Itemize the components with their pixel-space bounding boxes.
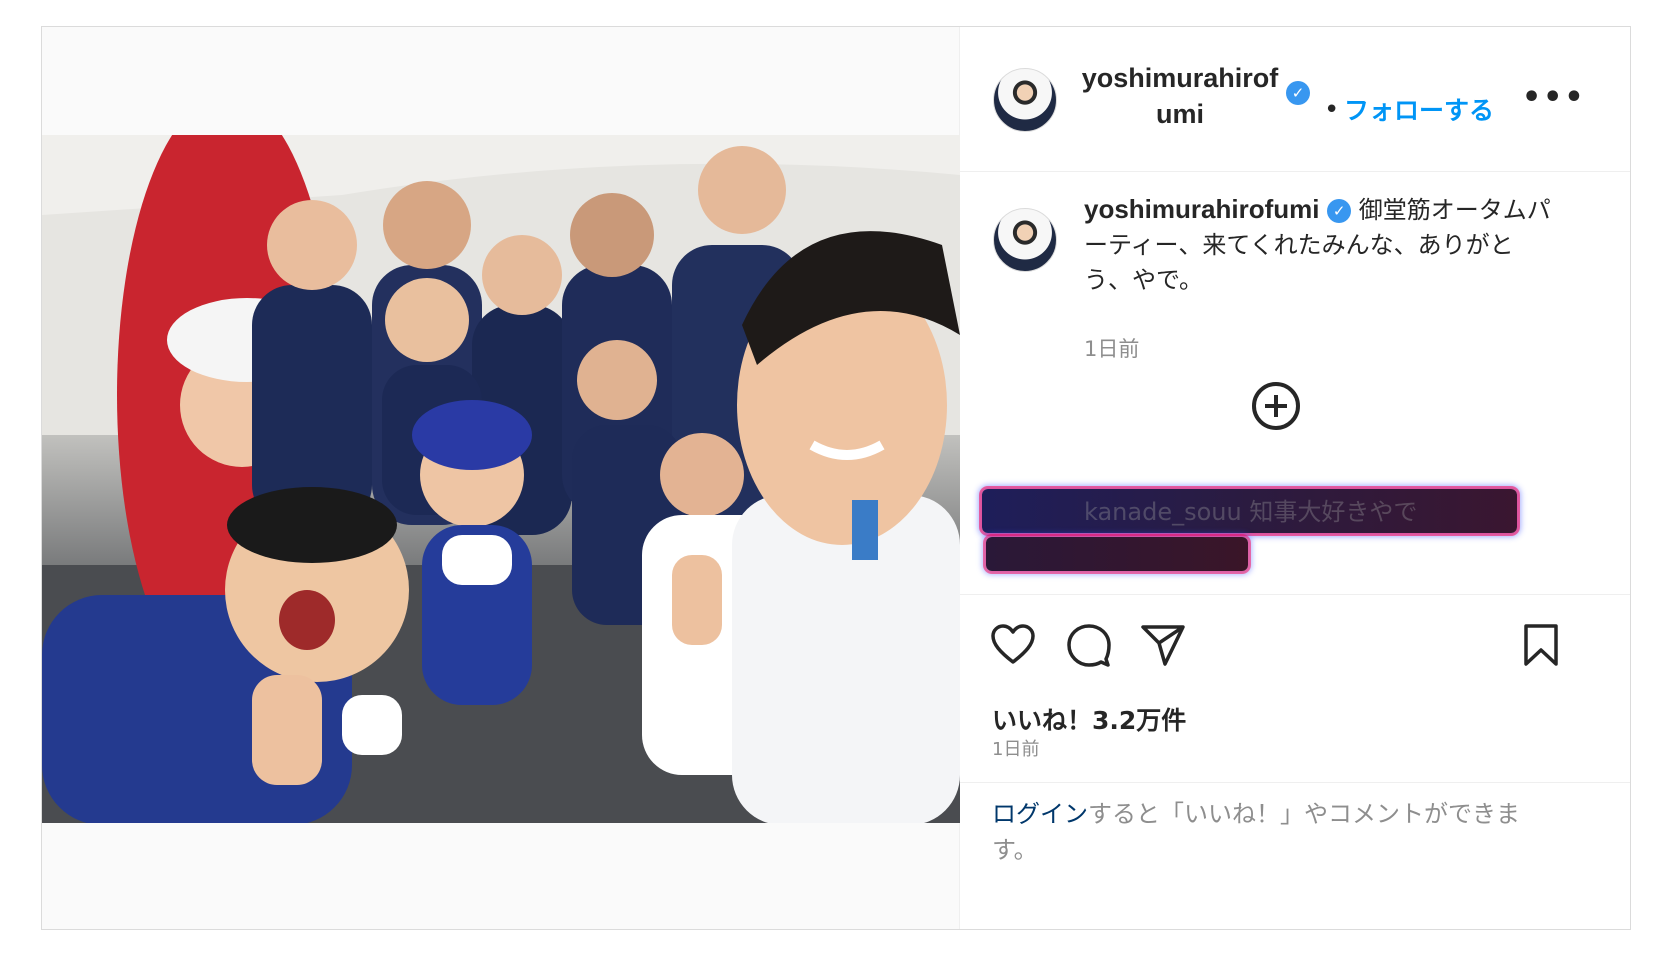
post-timestamp[interactable]: 1日前 <box>992 735 1039 761</box>
like-count[interactable]: いいね！3.2万件 <box>992 701 1186 737</box>
login-prompt: ログインすると「いいね！」やコメントができます。 <box>992 796 1552 868</box>
verified-badge-icon: ✓ <box>1286 81 1310 105</box>
bookmark-icon[interactable] <box>1522 623 1560 667</box>
verified-badge-icon: ✓ <box>1327 199 1352 223</box>
separator-dot: • <box>1324 95 1340 125</box>
post-photo[interactable] <box>42 135 960 823</box>
follow-button[interactable]: フォローする <box>1344 91 1494 127</box>
redaction-bar <box>986 537 1248 571</box>
comment-icon[interactable] <box>1066 623 1112 667</box>
heart-icon[interactable] <box>990 623 1036 665</box>
send-icon[interactable] <box>1140 623 1186 667</box>
plus-circle-icon[interactable] <box>1252 382 1300 430</box>
author-username[interactable]: yoshimurahirof umi <box>1080 60 1280 132</box>
group-selfie-illustration <box>42 135 960 823</box>
post-media <box>42 27 960 929</box>
redacted-username: kanade_souu <box>1084 498 1242 526</box>
caption-username[interactable]: yoshimurahirofumi <box>1084 194 1319 224</box>
login-link[interactable]: ログイン <box>992 800 1088 828</box>
caption-time: 1日前 <box>1084 337 1140 361</box>
author-username-line2: umi <box>1155 99 1204 129</box>
login-prompt-area: ログインすると「いいね！」やコメントができます。 <box>960 782 1630 931</box>
post-caption: yoshimurahirofumi ✓ 御堂筋オータムパーティー、来てくれたみん… <box>1084 192 1554 298</box>
author-avatar[interactable] <box>993 68 1057 132</box>
redacted-comment-text: kanade_souu 知事大好きやで <box>1084 492 1417 527</box>
action-bar <box>960 594 1630 694</box>
more-options-icon[interactable]: ••• <box>1522 80 1586 115</box>
author-username-line1: yoshimurahirof <box>1081 63 1279 93</box>
caption-author-avatar[interactable] <box>993 208 1057 272</box>
post-header: yoshimurahirof umi ✓ • フォローする ••• <box>960 27 1630 172</box>
post-sidebar: yoshimurahirof umi ✓ • フォローする ••• yoshim… <box>960 27 1630 929</box>
instagram-post: yoshimurahirof umi ✓ • フォローする ••• yoshim… <box>41 26 1631 930</box>
redacted-message: 知事大好きやで <box>1249 498 1418 526</box>
